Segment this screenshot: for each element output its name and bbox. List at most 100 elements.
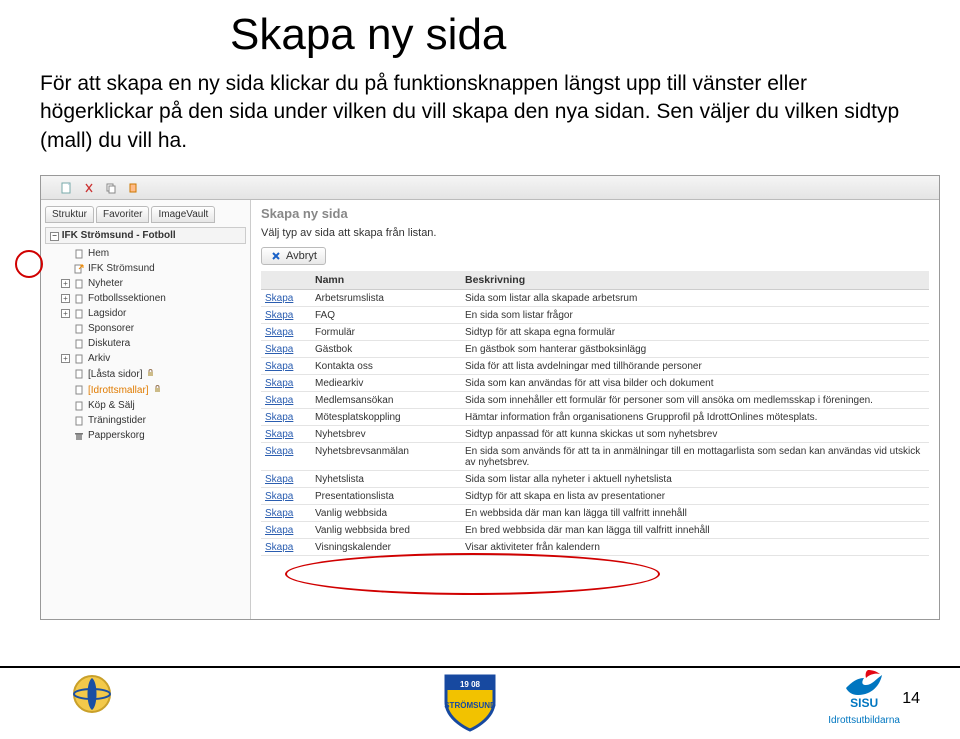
create-link[interactable]: Skapa: [265, 378, 293, 389]
type-desc: Sida som listar alla nyheter i aktuell n…: [461, 471, 929, 488]
table-row: SkapaMedlemsansökanSida som innehåller e…: [261, 392, 929, 409]
type-name: Gästbok: [311, 341, 461, 358]
type-name: Nyhetsbrevsanmälan: [311, 443, 461, 471]
create-link[interactable]: Skapa: [265, 310, 293, 321]
tree-item[interactable]: [Idrottsmallar]: [61, 382, 246, 398]
sidebar: Struktur Favoriter ImageVault − IFK Strö…: [41, 200, 251, 619]
tab-imagevault[interactable]: ImageVault: [151, 206, 215, 223]
tree-item-label: Hem: [88, 248, 109, 259]
new-page-icon[interactable]: [61, 182, 73, 194]
create-link[interactable]: Skapa: [265, 395, 293, 406]
table-row: SkapaKontakta ossSida för att lista avde…: [261, 358, 929, 375]
page-icon: [74, 416, 84, 426]
create-link[interactable]: Skapa: [265, 542, 293, 553]
expand-icon[interactable]: +: [61, 294, 70, 303]
table-row: SkapaPresentationslistaSidtyp för att sk…: [261, 488, 929, 505]
logo-sisu: SISU Idrottsutbildarna: [828, 666, 900, 720]
page-icon: [74, 294, 84, 304]
sisu-subtitle: Idrottsutbildarna: [828, 715, 900, 726]
cancel-button[interactable]: Avbryt: [261, 247, 326, 265]
type-name: Medlemsansökan: [311, 392, 461, 409]
tree-item[interactable]: Hem: [61, 246, 246, 261]
type-desc: En gästbok som hanterar gästboksinlägg: [461, 341, 929, 358]
svg-text:19 08: 19 08: [460, 680, 481, 689]
type-desc: En webbsida där man kan lägga till valfr…: [461, 505, 929, 522]
page-tree: Hem IFK Strömsund + Nyheter + Fotbollssektion…: [45, 246, 246, 443]
table-row: SkapaVisningskalenderVisar aktiviteter f…: [261, 539, 929, 556]
type-name: Formulär: [311, 324, 461, 341]
tree-item-label: Träningstider: [88, 415, 146, 426]
type-desc: En bred webbsida där man kan lägga till …: [461, 522, 929, 539]
tree-root[interactable]: − IFK Strömsund - Fotboll: [45, 227, 246, 244]
type-desc: Sida som kan användas för att visa bilde…: [461, 375, 929, 392]
create-link[interactable]: Skapa: [265, 344, 293, 355]
type-desc: Visar aktiviteter från kalendern: [461, 539, 929, 556]
main-panel: Skapa ny sida Välj typ av sida att skapa…: [251, 200, 939, 619]
sisu-title: SISU: [828, 696, 900, 710]
copy-icon[interactable]: [105, 182, 117, 194]
tree-item[interactable]: +Arkiv: [61, 351, 246, 366]
tree-item[interactable]: + Nyheter: [61, 276, 246, 291]
tree-item-label: Nyheter: [88, 278, 123, 289]
lock-icon: [146, 368, 155, 380]
type-name: Mötesplatskoppling: [311, 409, 461, 426]
tree-item-label: Fotbollssektionen: [88, 293, 166, 304]
create-link[interactable]: Skapa: [265, 429, 293, 440]
create-link[interactable]: Skapa: [265, 293, 293, 304]
page-type-table: Namn Beskrivning SkapaArbetsrumslistaSid…: [261, 271, 929, 556]
create-link[interactable]: Skapa: [265, 525, 293, 536]
tree-item[interactable]: IFK Strömsund: [61, 261, 246, 276]
app-toolbar: [41, 176, 939, 200]
tree-root-label: IFK Strömsund - Fotboll: [62, 230, 176, 241]
type-desc: En sida som används för att ta in anmäln…: [461, 443, 929, 471]
table-row: Skapa Vanlig webbsida bredEn bred webbsid…: [261, 522, 929, 539]
paste-icon[interactable]: [127, 182, 139, 194]
table-row: SkapaNyhetslistaSida som listar alla nyh…: [261, 471, 929, 488]
page-icon: [74, 249, 84, 259]
page-number: 14: [902, 690, 920, 708]
tree-item-label: Papperskorg: [88, 430, 145, 441]
expand-icon[interactable]: +: [61, 354, 70, 363]
create-link[interactable]: Skapa: [265, 491, 293, 502]
type-name: Vanlig webbsida bred: [311, 522, 461, 539]
lock-icon: [153, 384, 162, 396]
tree-item[interactable]: + Fotbollssektionen: [61, 291, 246, 306]
tree-item-label: [Låsta sidor]: [88, 369, 142, 380]
tab-favoriter[interactable]: Favoriter: [96, 206, 149, 223]
cut-icon[interactable]: [83, 182, 95, 194]
table-row: Skapa MötesplatskopplingHämtar informatio…: [261, 409, 929, 426]
type-name: Mediearkiv: [311, 375, 461, 392]
create-link[interactable]: Skapa: [265, 327, 293, 338]
expand-icon[interactable]: +: [61, 309, 70, 318]
tree-item[interactable]: Diskutera: [61, 336, 246, 351]
highlight-circle-newpage: [15, 250, 43, 278]
create-link[interactable]: Skapa: [265, 446, 293, 457]
expand-icon[interactable]: +: [61, 279, 70, 288]
create-link[interactable]: Skapa: [265, 361, 293, 372]
page-external-icon: [74, 264, 84, 274]
tree-item[interactable]: +Lagsidor: [61, 306, 246, 321]
tree-item[interactable]: [Låsta sidor]: [61, 366, 246, 382]
page-icon: [74, 279, 84, 289]
close-icon: [270, 250, 282, 262]
create-link[interactable]: Skapa: [265, 412, 293, 423]
type-desc: Hämtar information från organisationens …: [461, 409, 929, 426]
table-row: SkapaArbetsrumslistaSida som listar alla…: [261, 290, 929, 307]
tree-item[interactable]: Träningstider: [61, 413, 246, 428]
main-subtext: Välj typ av sida att skapa från listan.: [261, 227, 929, 239]
table-row: Skapa MediearkivSida som kan användas för…: [261, 375, 929, 392]
create-link[interactable]: Skapa: [265, 508, 293, 519]
table-row: Skapa NyhetsbrevsanmälanEn sida som använ…: [261, 443, 929, 471]
create-link[interactable]: Skapa: [265, 474, 293, 485]
page-icon: [74, 309, 84, 319]
tree-item[interactable]: Sponsorer: [61, 321, 246, 336]
collapse-icon[interactable]: −: [50, 232, 59, 241]
tree-item[interactable]: Köp & Sälj: [61, 398, 246, 413]
trash-icon: [74, 431, 84, 441]
tab-struktur[interactable]: Struktur: [45, 206, 94, 223]
main-heading: Skapa ny sida: [261, 206, 929, 221]
type-desc: Sidtyp anpassad för att kunna skickas ut…: [461, 426, 929, 443]
tree-item[interactable]: Papperskorg: [61, 428, 246, 443]
type-name: FAQ: [311, 307, 461, 324]
type-desc: En sida som listar frågor: [461, 307, 929, 324]
